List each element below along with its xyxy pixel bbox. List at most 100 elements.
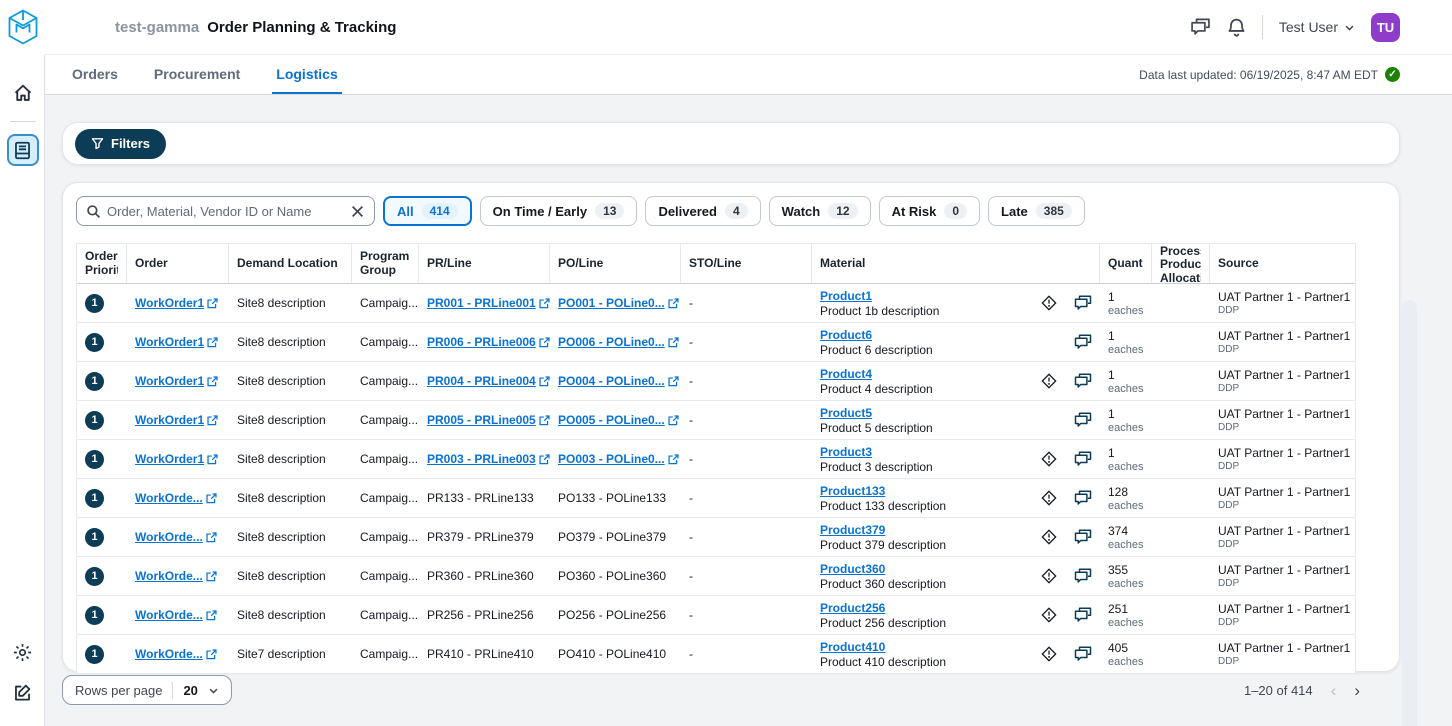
order-link[interactable]: WorkOrde...: [135, 647, 203, 661]
alert-diamond-icon[interactable]: [1040, 528, 1058, 546]
order-link[interactable]: WorkOrder1: [135, 413, 204, 427]
order-link[interactable]: WorkOrder1: [135, 335, 204, 349]
source-incoterm: DDP: [1218, 617, 1347, 628]
status-chip-delivered[interactable]: Delivered4: [645, 196, 760, 226]
search-input[interactable]: [107, 204, 344, 219]
material-link[interactable]: Product6: [820, 328, 872, 342]
pr-line-link[interactable]: PR004 - PRLine004: [427, 374, 536, 388]
cell-material: Product256Product 256 description: [812, 596, 1032, 634]
comments-icon[interactable]: [1074, 412, 1092, 428]
cell-source: UAT Partner 1 - Partner1DDP: [1210, 557, 1355, 595]
alert-diamond-icon[interactable]: [1040, 372, 1058, 390]
material-link[interactable]: Product256: [820, 601, 885, 615]
cell-po-line: PO003 - POLine0...: [550, 440, 681, 478]
material-link[interactable]: Product133: [820, 484, 885, 498]
priority-badge: 1: [85, 333, 104, 352]
next-page-icon[interactable]: ›: [1354, 682, 1360, 699]
order-link[interactable]: WorkOrde...: [135, 530, 203, 544]
logistics-logbook-icon[interactable]: [7, 134, 39, 166]
prev-page-icon[interactable]: ‹: [1331, 682, 1337, 699]
order-link[interactable]: WorkOrder1: [135, 374, 204, 388]
settings-gear-icon[interactable]: [7, 636, 39, 668]
comments-icon[interactable]: [1074, 529, 1092, 545]
edit-icon[interactable]: [7, 676, 39, 708]
feedback-bubbles-icon[interactable]: [1190, 18, 1211, 36]
tab-orders[interactable]: Orders: [68, 55, 122, 94]
filter-funnel-icon: [91, 137, 104, 150]
comments-icon[interactable]: [1074, 607, 1092, 623]
cell-alert: [1032, 635, 1066, 673]
comments-icon[interactable]: [1074, 373, 1092, 389]
po-line-link[interactable]: PO001 - POLine0...: [558, 296, 665, 310]
cell-program-group: Campaig...: [352, 518, 419, 556]
comments-icon[interactable]: [1074, 295, 1092, 311]
home-icon[interactable]: [7, 77, 39, 109]
pr-line-link[interactable]: PR005 - PRLine005: [427, 413, 536, 427]
material-description: Product 256 description: [820, 616, 1024, 630]
material-link[interactable]: Product5: [820, 406, 872, 420]
po-line-link[interactable]: PO003 - POLine0...: [558, 452, 665, 466]
cell-process-allocation: [1152, 479, 1210, 517]
status-chip-on-time-early[interactable]: On Time / Early13: [480, 196, 638, 226]
cell-source: UAT Partner 1 - Partner1DDP: [1210, 479, 1355, 517]
filters-button[interactable]: Filters: [75, 129, 166, 159]
comments-icon[interactable]: [1074, 490, 1092, 506]
alert-diamond-icon[interactable]: [1040, 450, 1058, 468]
column-header-po-line: PO/Line: [550, 244, 681, 283]
po-line-link[interactable]: PO006 - POLine0...: [558, 335, 665, 349]
tab-logistics[interactable]: Logistics: [272, 55, 341, 94]
alert-diamond-icon[interactable]: [1040, 606, 1058, 624]
chip-count-badge: 414: [422, 203, 458, 219]
pr-line-link[interactable]: PR003 - PRLine003: [427, 452, 536, 466]
comments-icon[interactable]: [1074, 568, 1092, 584]
order-link[interactable]: WorkOrder1: [135, 296, 204, 310]
vertical-scrollbar[interactable]: [1402, 300, 1417, 726]
avatar[interactable]: TU: [1371, 13, 1400, 42]
cell-order: WorkOrde...: [127, 518, 229, 556]
cell-comments: [1066, 635, 1100, 673]
rows-per-page-select[interactable]: Rows per page 20: [62, 675, 232, 705]
po-line-link[interactable]: PO004 - POLine0...: [558, 374, 665, 388]
order-link[interactable]: WorkOrde...: [135, 608, 203, 622]
alert-diamond-icon[interactable]: [1040, 567, 1058, 585]
notifications-bell-icon[interactable]: [1227, 18, 1246, 37]
status-chip-at-risk[interactable]: At Risk0: [879, 196, 980, 226]
alert-diamond-icon[interactable]: [1040, 294, 1058, 312]
order-link[interactable]: WorkOrde...: [135, 491, 203, 505]
material-link[interactable]: Product1: [820, 289, 872, 303]
cell-quantity: 1eaches: [1100, 284, 1152, 322]
pr-line-link[interactable]: PR001 - PRLine001: [427, 296, 536, 310]
cell-material: Product3Product 3 description: [812, 440, 1032, 478]
tab-procurement[interactable]: Procurement: [150, 55, 244, 94]
status-chip-watch[interactable]: Watch12: [769, 196, 871, 226]
user-menu[interactable]: Test User: [1279, 19, 1355, 35]
comments-icon[interactable]: [1074, 334, 1092, 350]
status-chip-all[interactable]: All414: [383, 196, 472, 226]
material-link[interactable]: Product4: [820, 367, 872, 381]
priority-badge: 1: [85, 567, 104, 586]
comments-icon[interactable]: [1074, 646, 1092, 662]
external-link-icon: [539, 415, 550, 426]
material-link[interactable]: Product410: [820, 640, 885, 654]
cell-pr-line: PR360 - PRLine360: [419, 557, 550, 595]
cell-material: Product360Product 360 description: [812, 557, 1032, 595]
table-footer: Rows per page 20 1–20 of 414 ‹ ›: [62, 675, 1400, 705]
material-link[interactable]: Product3: [820, 445, 872, 459]
cell-order: WorkOrde...: [127, 479, 229, 517]
alert-diamond-icon[interactable]: [1040, 489, 1058, 507]
chip-count-badge: 385: [1036, 203, 1072, 219]
column-header-program-group: Program Group: [352, 244, 419, 283]
material-link[interactable]: Product360: [820, 562, 885, 576]
po-line-link[interactable]: PO005 - POLine0...: [558, 413, 665, 427]
last-updated-text: Data last updated: 06/19/2025, 8:47 AM E…: [1139, 68, 1378, 82]
order-link[interactable]: WorkOrder1: [135, 452, 204, 466]
alert-diamond-icon[interactable]: [1040, 645, 1058, 663]
material-link[interactable]: Product379: [820, 523, 885, 537]
order-link[interactable]: WorkOrde...: [135, 569, 203, 583]
pr-line-link[interactable]: PR006 - PRLine006: [427, 335, 536, 349]
cell-demand-location: Site8 description: [229, 479, 352, 517]
comments-icon[interactable]: [1074, 451, 1092, 467]
column-header-sto-line: STO/Line: [681, 244, 812, 283]
clear-search-icon[interactable]: [350, 204, 365, 219]
status-chip-late[interactable]: Late385: [988, 196, 1085, 226]
